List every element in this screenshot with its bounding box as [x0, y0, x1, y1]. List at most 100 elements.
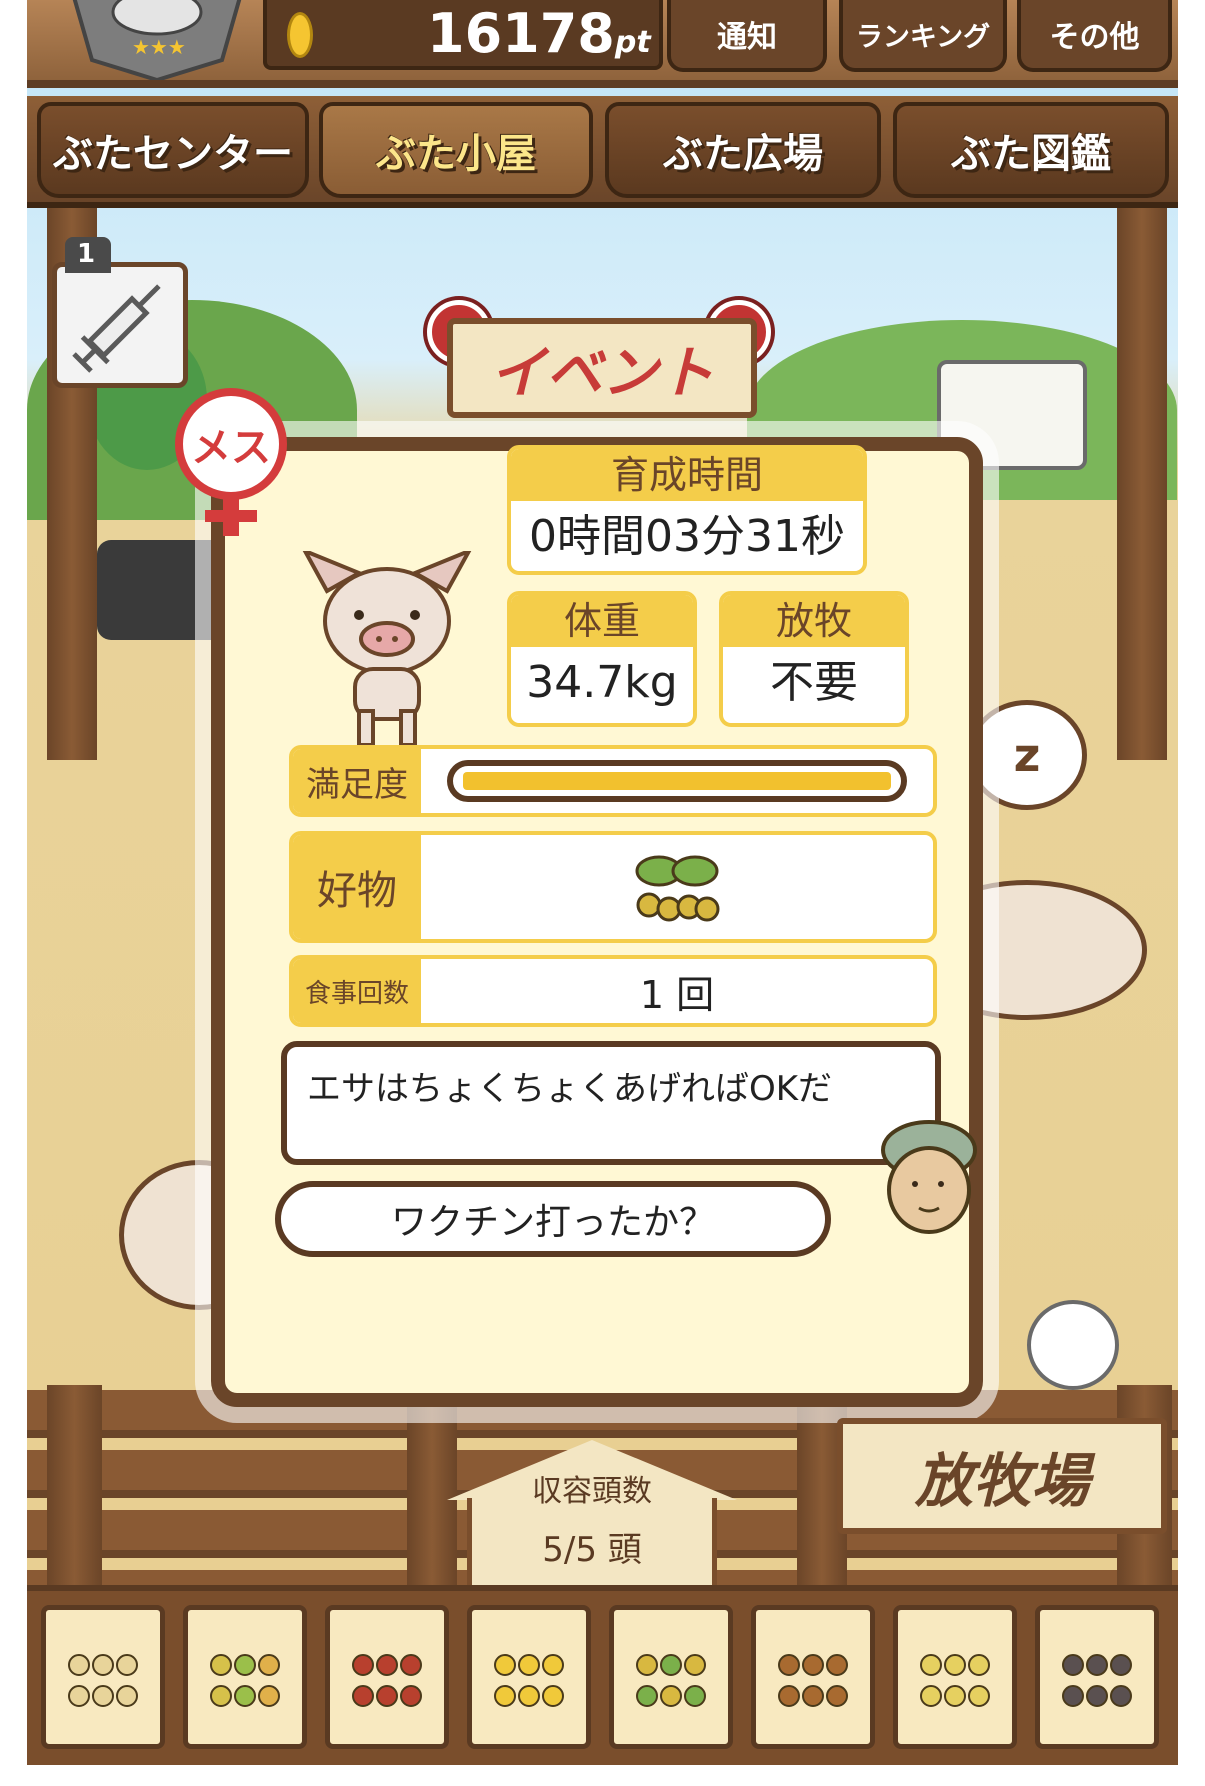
more-button[interactable]: その他 [1017, 0, 1172, 72]
more-label: その他 [1049, 20, 1140, 55]
food-slot[interactable] [1035, 1605, 1159, 1749]
food-slot[interactable] [41, 1605, 165, 1749]
bean-plate-icon [912, 1647, 998, 1707]
food-pellet [518, 1685, 540, 1707]
food-pellet [636, 1654, 658, 1676]
corn-icon [486, 1647, 572, 1707]
satisfaction-bar [447, 760, 907, 802]
pasture-button[interactable]: 放牧場 [837, 1418, 1167, 1534]
ranking-label: ランキング [855, 21, 991, 53]
food-pellet [920, 1685, 942, 1707]
food-pellet [778, 1654, 800, 1676]
food-pellet [778, 1685, 800, 1707]
food-slot[interactable] [467, 1605, 591, 1749]
capacity-label: 収容頭数 [532, 1474, 652, 1509]
event-sign[interactable]: イベント [447, 318, 757, 418]
favorite-label: 好物 [293, 835, 421, 939]
food-pellet [352, 1685, 374, 1707]
food-pellet [802, 1654, 824, 1676]
food-pellet [494, 1654, 516, 1676]
food-pellet [234, 1685, 256, 1707]
meal-count-row: 食事回数 1 回 [289, 955, 937, 1027]
satisfaction-row: 満足度 [289, 745, 937, 817]
notifications-button[interactable]: 通知 [667, 0, 827, 72]
food-slot[interactable] [609, 1605, 733, 1749]
question-speech-bubble[interactable]: ワクチン打ったか？ [275, 1181, 831, 1257]
tab-buta-encyclopedia[interactable]: ぶた図鑑 [893, 102, 1169, 198]
mixed-beans-icon [202, 1647, 288, 1707]
food-pellet [352, 1654, 374, 1676]
sweet-potato-icon [344, 1647, 430, 1707]
food-pellet [944, 1654, 966, 1676]
tab-label: ぶた図鑑 [951, 131, 1111, 177]
satisfaction-bar-fill [463, 772, 891, 790]
food-pellet [1086, 1654, 1108, 1676]
grazing-card: 放牧 不要 [719, 591, 909, 727]
points-display: 16178pt [263, 0, 663, 70]
capacity-sign: 収容頭数 5/5 頭 [447, 1440, 737, 1590]
food-pellet [400, 1654, 422, 1676]
food-slot[interactable] [751, 1605, 875, 1749]
tab-buta-hut[interactable]: ぶた小屋 [319, 102, 593, 198]
meals-value: 1 回 [639, 972, 715, 1017]
food-pellet [636, 1685, 658, 1707]
gender-label: メス [191, 425, 271, 471]
food-pellet [92, 1685, 114, 1707]
tab-buta-plaza[interactable]: ぶた広場 [605, 102, 881, 198]
top-bar: ★★★ 16178pt 通知 ランキング その他 [27, 0, 1178, 88]
hint-speech-bubble: エサはちょくちょくあげればOKだ [281, 1041, 941, 1165]
food-pellet [258, 1654, 280, 1676]
food-pellet [68, 1654, 90, 1676]
food-pellet [1062, 1685, 1084, 1707]
satisfaction-label: 満足度 [293, 749, 421, 813]
zzz-bubble-icon: z [967, 700, 1087, 810]
tab-buta-center[interactable]: ぶたセンター [37, 102, 309, 198]
food-pellet [116, 1685, 138, 1707]
food-pellet [826, 1685, 848, 1707]
acorn-icon [770, 1647, 856, 1707]
game-screen: z ★★★ 16178pt 通知 ランキング その他 ぶたセンター ぶた小屋 ぶ… [27, 0, 1178, 1765]
food-pellet [542, 1685, 564, 1707]
food-pellet [494, 1685, 516, 1707]
growth-time-card: 育成時間 0時間03分31秒 [507, 445, 867, 575]
food-pellet [802, 1685, 824, 1707]
food-pellet [968, 1685, 990, 1707]
food-pellet [660, 1685, 682, 1707]
meals-label: 食事回数 [293, 959, 421, 1023]
ranking-button[interactable]: ランキング [839, 0, 1007, 72]
food-slot[interactable] [893, 1605, 1017, 1749]
food-pellet [210, 1654, 232, 1676]
farmer-icon [881, 1120, 977, 1234]
food-pellet [376, 1685, 398, 1707]
food-slot[interactable] [183, 1605, 307, 1749]
food-pellet [1110, 1654, 1132, 1676]
soybeans-icon [60, 1647, 146, 1707]
soybean-sprout-icon [628, 1647, 714, 1707]
food-pellet [400, 1685, 422, 1707]
food-pellet [68, 1685, 90, 1707]
points-value: 16178 [427, 2, 615, 65]
player-rank-badge[interactable]: ★★★ [52, 0, 262, 83]
grazing-label: 放牧 [723, 595, 905, 647]
tab-label: ぶた広場 [663, 131, 823, 177]
event-label: イベント [490, 340, 714, 406]
fence-post [47, 1385, 102, 1590]
food-pellet [92, 1654, 114, 1676]
weight-label: 体重 [511, 595, 693, 647]
coin-icon [287, 12, 313, 58]
points-unit: pt [614, 25, 651, 60]
pasture-label: 放牧場 [914, 1447, 1089, 1515]
pig-emblem-icon: ★★★ [72, 0, 242, 83]
female-gender-icon: メス [175, 388, 287, 500]
food-pellet [684, 1654, 706, 1676]
tab-label: ぶた小屋 [376, 131, 536, 177]
food-pellet [684, 1685, 706, 1707]
food-pellet [518, 1654, 540, 1676]
food-slot[interactable] [325, 1605, 449, 1749]
food-pellet [542, 1654, 564, 1676]
vaccine-slot[interactable]: 1 [52, 237, 188, 388]
food-pellet [116, 1654, 138, 1676]
growth-time-label: 育成時間 [511, 449, 863, 501]
food-pellet [826, 1654, 848, 1676]
food-pellet [1062, 1654, 1084, 1676]
